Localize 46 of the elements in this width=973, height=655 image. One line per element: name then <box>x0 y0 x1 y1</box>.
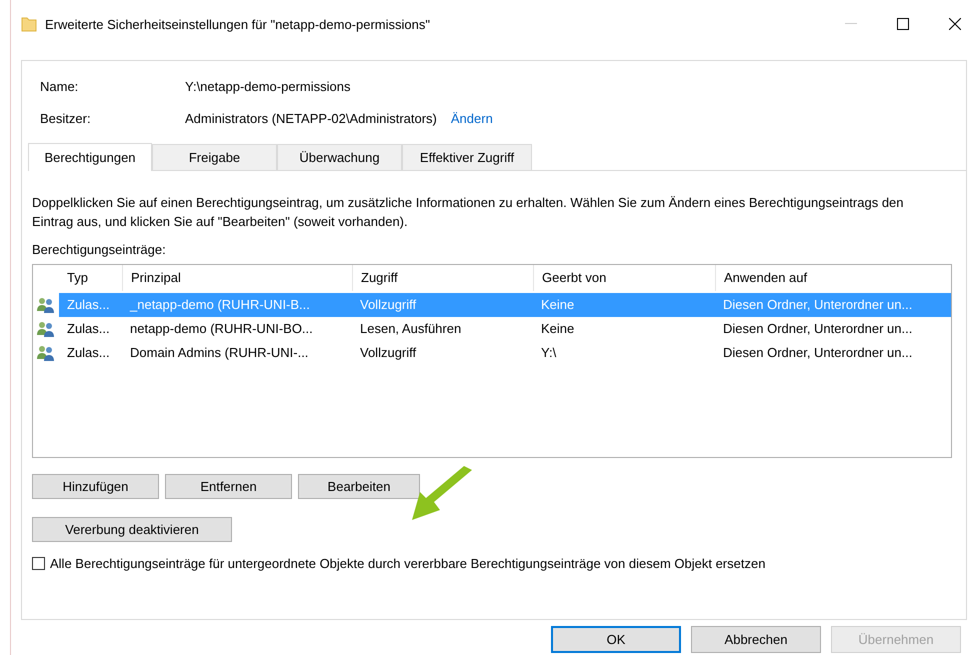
column-header[interactable]: Prinzipal <box>122 265 352 291</box>
close-icon[interactable] <box>949 18 961 30</box>
field-value: Y:\netapp-demo-permissions <box>185 79 350 94</box>
column-header[interactable]: Typ <box>59 265 122 291</box>
list-label: Berechtigungseinträge: <box>32 242 167 257</box>
table-cell-text: Y:\ <box>540 344 558 362</box>
window-title: Erweiterte Sicherheitseinstellungen für "netapp-demo-permissions" <box>45 16 431 32</box>
tab[interactable]: Freigabe <box>152 144 277 170</box>
table-cell: Diesen Ordner, Unterordner un... <box>715 293 951 317</box>
field-value: Administrators (NETAPP-02\Administrators) <box>185 111 437 126</box>
entry-button[interactable]: Hinzufügen <box>32 474 159 499</box>
table-cell: _netapp-demo (RUHR-UNI-B... <box>122 293 352 317</box>
table-cell: Vollzugriff <box>352 293 533 317</box>
folder-icon <box>21 16 37 32</box>
table-cell-text: Zulas... <box>66 320 111 338</box>
table-cell-text: Diesen Ordner, Unterordner un... <box>722 344 914 362</box>
table-cell-text: Zulas... <box>66 344 111 362</box>
column-header[interactable]: Geerbt von <box>533 265 715 291</box>
table-cell-text: Domain Admins (RUHR-UNI-... <box>129 344 310 362</box>
checkbox[interactable] <box>32 557 45 570</box>
table-cell-text: Diesen Ordner, Unterordner un... <box>722 320 914 338</box>
table-cell-text: netapp-demo (RUHR-UNI-BO... <box>129 320 314 338</box>
entry-button[interactable]: Bearbeiten <box>298 474 420 499</box>
users-icon <box>36 321 56 337</box>
info-text: Doppelklicken Sie auf einen Berechtigungseintrag, um zusätzliche Informationen zu erhalten. Wählen Sie zum Ändern eines Berechtigungseintrags den Eintrag aus, und klicken Sie auf "Bearbeiten" (soweit vorhanden). <box>32 194 905 231</box>
table-cell: Zulas... <box>59 293 122 317</box>
field-label: Besitzer: <box>40 111 92 126</box>
maximize-icon[interactable] <box>897 18 909 30</box>
disable-inheritance-button[interactable]: Vererbung deaktivieren <box>32 517 232 542</box>
entry-button[interactable]: Entfernen <box>165 474 292 499</box>
column-header[interactable]: Anwenden auf <box>715 265 951 291</box>
users-icon <box>36 297 56 313</box>
tab[interactable]: Überwachung <box>277 144 402 170</box>
column-header[interactable]: Zugriff <box>352 265 533 291</box>
table-cell-text: Lesen, Ausführen <box>359 320 462 338</box>
field-label: Name: <box>40 79 80 94</box>
checkbox-label: Alle Berechtigungseinträge für untergeordnete Objekte durch vererbbare Berechtigungseinträge von diesem Objekt ersetzen <box>50 556 766 571</box>
tab[interactable]: Berechtigungen <box>28 143 152 171</box>
table-cell-text: Keine <box>540 320 576 338</box>
tab[interactable]: Effektiver Zugriff <box>402 144 532 170</box>
table-cell-text: Vollzugriff <box>359 344 418 362</box>
dialog-button[interactable]: Abbrechen <box>691 626 821 653</box>
users-icon <box>36 345 56 361</box>
table-cell: Keine <box>533 293 715 317</box>
change-link[interactable]: Ändern <box>450 111 493 126</box>
dialog-button[interactable]: OK <box>551 626 681 653</box>
